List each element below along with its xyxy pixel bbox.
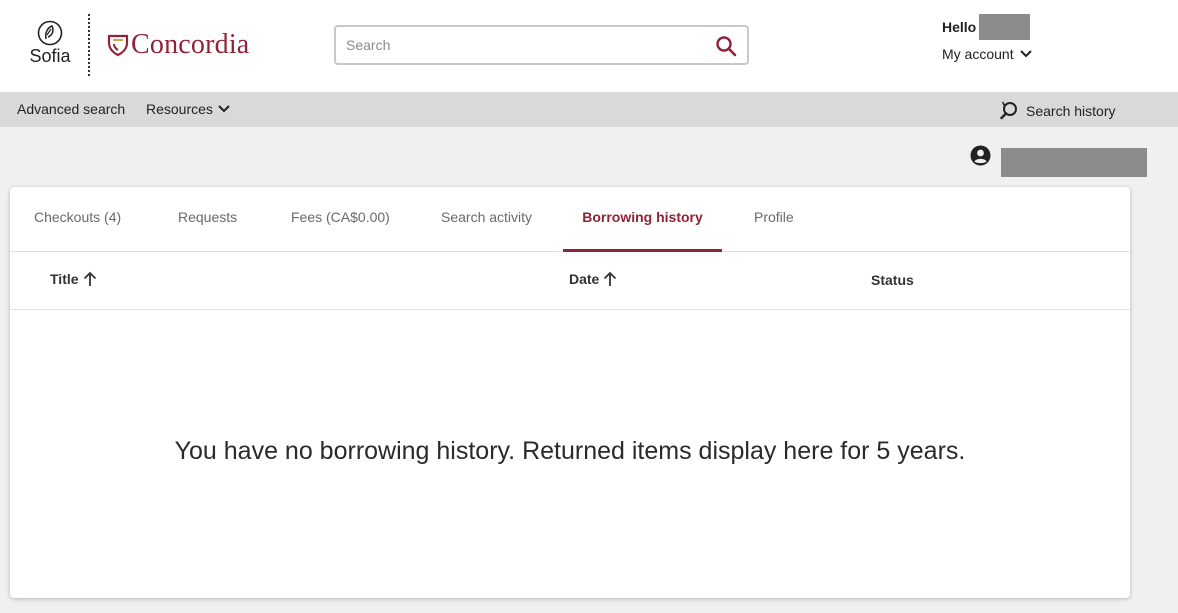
account-area: Hello My account xyxy=(942,14,1142,62)
top-header: Sofia Concordia Hello My account xyxy=(0,0,1178,92)
search-icon[interactable] xyxy=(715,35,737,57)
tab-profile[interactable]: Profile xyxy=(754,187,804,252)
advanced-search-label: Advanced search xyxy=(17,101,126,117)
concordia-crest-icon xyxy=(107,34,129,57)
tab-requests[interactable]: Requests xyxy=(178,187,238,252)
sofia-leaf-icon xyxy=(37,20,63,46)
redacted-user-name xyxy=(1001,148,1147,177)
arrow-up-icon xyxy=(83,271,96,286)
tab-search-activity[interactable]: Search activity xyxy=(441,187,541,252)
tab-borrowing-history[interactable]: Borrowing history xyxy=(563,187,722,252)
status-column-header: Status xyxy=(871,272,914,288)
table-header: Title Date Status xyxy=(10,252,1130,310)
my-account-menu[interactable]: My account xyxy=(942,46,1142,62)
account-tabs: Checkouts (4) Requests Fees (CA$0.00) Se… xyxy=(10,187,1130,252)
empty-state-message: You have no borrowing history. Returned … xyxy=(174,437,966,465)
date-column-label: Date xyxy=(569,271,600,287)
date-column-sort[interactable]: Date xyxy=(569,271,617,287)
advanced-search-link[interactable]: Advanced search xyxy=(17,101,125,117)
sofia-label: Sofia xyxy=(29,46,71,66)
search-history-label: Search history xyxy=(1026,102,1116,119)
search-box xyxy=(334,25,749,65)
tab-fees[interactable]: Fees (CA$0.00) xyxy=(291,187,391,252)
search-input[interactable] xyxy=(346,35,706,55)
nav-bar: Advanced search Resources Search history xyxy=(0,92,1178,127)
greeting-label: Hello xyxy=(942,19,977,35)
redacted-username xyxy=(979,14,1031,40)
greeting-row: Hello xyxy=(942,14,1142,40)
concordia-wordmark: Concordia xyxy=(131,29,250,60)
search-history-link[interactable]: Search history xyxy=(1000,101,1115,120)
status-column-label: Status xyxy=(871,272,914,288)
title-column-sort[interactable]: Title xyxy=(50,271,97,287)
history-search-icon xyxy=(1000,101,1017,120)
my-account-label: My account xyxy=(942,46,1014,62)
resources-label: Resources xyxy=(146,101,213,117)
chevron-down-icon xyxy=(1019,50,1032,58)
user-icon xyxy=(970,145,991,166)
chevron-down-icon xyxy=(218,105,230,113)
title-column-label: Title xyxy=(50,271,79,287)
tab-checkouts[interactable]: Checkouts (4) xyxy=(34,187,126,252)
concordia-logo[interactable]: Concordia xyxy=(107,28,249,62)
resources-menu[interactable]: Resources xyxy=(146,101,230,117)
account-card: Checkouts (4) Requests Fees (CA$0.00) Se… xyxy=(10,187,1130,598)
arrow-up-icon xyxy=(604,271,617,286)
logo-divider xyxy=(88,14,90,76)
sofia-logo[interactable]: Sofia xyxy=(24,20,76,72)
